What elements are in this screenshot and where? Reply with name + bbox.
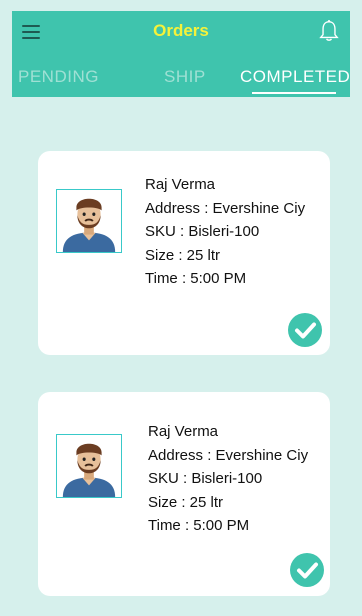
active-tab-indicator bbox=[252, 92, 336, 94]
order-size: Size : 25 ltr bbox=[148, 493, 224, 511]
order-time: Time : 5:00 PM bbox=[145, 270, 247, 287]
order-details: Raj Verma Address : Evershine Ciy SKU : … bbox=[148, 420, 308, 538]
order-tabs: PENDING SHIP COMPLETED bbox=[12, 67, 350, 94]
page-title: Orders bbox=[153, 21, 209, 40]
tab-pending[interactable]: PENDING bbox=[18, 67, 99, 87]
order-card[interactable]: Raj Verma Address : Evershine Ciy SKU : … bbox=[38, 392, 330, 596]
bearded-man-avatar-icon bbox=[56, 189, 122, 253]
order-size: Size : 25 ltr bbox=[145, 246, 221, 264]
order-sku: SKU : Bisleri-100 bbox=[148, 470, 263, 487]
check-circle-icon[interactable] bbox=[288, 313, 322, 347]
tab-completed[interactable]: COMPLETED bbox=[240, 67, 350, 87]
check-circle-icon[interactable] bbox=[290, 553, 324, 587]
customer-name: Raj Verma bbox=[148, 423, 219, 440]
order-address: Address : Evershine Ciy bbox=[148, 446, 309, 464]
bearded-man-avatar-icon bbox=[56, 434, 122, 498]
order-address: Address : Evershine Ciy bbox=[145, 199, 306, 217]
tab-ship[interactable]: SHIP bbox=[164, 67, 206, 87]
customer-name: Raj Verma bbox=[145, 176, 216, 193]
app-header: Orders PENDING SHIP COMPLETED bbox=[12, 11, 350, 97]
order-sku: SKU : Bisleri-100 bbox=[145, 223, 260, 240]
order-card[interactable]: Raj Verma Address : Evershine Ciy SKU : … bbox=[38, 151, 330, 355]
order-details: Raj Verma Address : Evershine Ciy SKU : … bbox=[145, 173, 305, 291]
bell-icon[interactable] bbox=[318, 19, 340, 43]
order-time: Time : 5:00 PM bbox=[148, 517, 250, 534]
